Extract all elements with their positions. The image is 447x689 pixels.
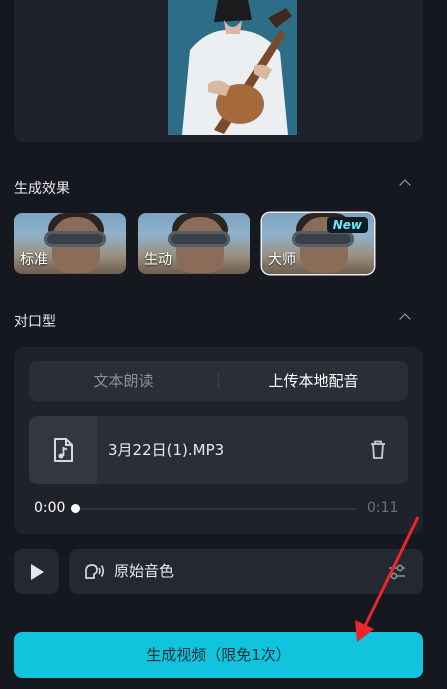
effect-option-vivid[interactable]: 生动	[138, 213, 250, 274]
chevron-up-icon[interactable]	[398, 176, 412, 191]
lip-sync-card: 文本朗读 上传本地配音 3月22日(1).MP3 0:00 0:11	[14, 347, 423, 534]
tab-text-to-speech[interactable]: 文本朗读	[29, 361, 218, 401]
voice-icon	[83, 562, 105, 586]
audio-file-name: 3月22日(1).MP3	[108, 441, 225, 459]
chevron-up-icon[interactable]	[398, 310, 412, 325]
audio-file-icon	[29, 416, 97, 484]
effect-label: 标准	[20, 252, 48, 268]
effect-option-standard[interactable]: 标准	[14, 213, 126, 274]
tab-upload-local-audio[interactable]: 上传本地配音	[219, 361, 408, 401]
new-badge: New	[326, 217, 368, 233]
section-title-lip-sync: 对口型	[14, 314, 56, 330]
preview-image	[168, 0, 297, 135]
effect-label: 生动	[144, 252, 172, 268]
effect-option-master[interactable]: New 大师	[262, 213, 374, 274]
audio-file-row: 3月22日(1).MP3	[29, 416, 408, 484]
video-preview-card	[14, 0, 423, 142]
audio-duration: 0:11	[367, 500, 399, 516]
trash-icon[interactable]	[368, 439, 388, 465]
audio-source-tabs: 文本朗读 上传本地配音	[29, 361, 408, 401]
audio-progress-track[interactable]	[74, 508, 357, 510]
audio-progress-thumb[interactable]	[71, 504, 80, 513]
play-icon	[31, 564, 44, 580]
audio-current-time: 0:00	[34, 500, 66, 516]
voice-selector[interactable]: 原始音色	[69, 549, 423, 594]
sliders-icon[interactable]	[387, 562, 407, 586]
effect-label: 大师	[268, 252, 296, 268]
section-title-effects: 生成效果	[14, 181, 70, 197]
play-button[interactable]	[14, 549, 59, 594]
generate-video-button[interactable]: 生成视频（限免1次）	[14, 632, 423, 678]
voice-label: 原始音色	[114, 562, 175, 580]
